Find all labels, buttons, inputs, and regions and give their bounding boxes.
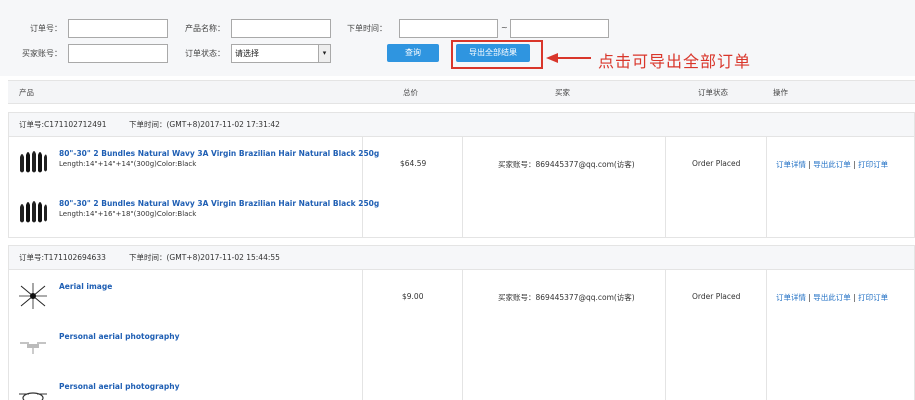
annotation-text: 点击可导出全部订单 xyxy=(598,52,752,71)
order-time-end-input[interactable] xyxy=(510,19,609,38)
order-status-label: 订单状态： xyxy=(185,49,225,58)
product-name-link[interactable]: Aerial image xyxy=(59,282,112,291)
order-no-label: 订单号： xyxy=(30,24,62,33)
order-detail-link[interactable]: 订单详情 xyxy=(776,293,806,302)
order-time: 下单时间：(GMT+8)2017-11-02 17:31:42 xyxy=(129,120,280,129)
annotation-arrow-icon xyxy=(546,53,591,63)
product-name-link[interactable]: Personal aerial photography xyxy=(59,332,179,341)
product-name-input[interactable] xyxy=(231,19,331,38)
filter-panel: 订单号： 产品名称： 下单时间： ~ 买家账号： 订单状态： 请选择 ▾ 查询 … xyxy=(0,0,915,76)
buyer-account: 买家账号：869445377@qq.com(访客) xyxy=(498,160,635,169)
drone-icon xyxy=(19,283,47,309)
product-name-label: 产品名称： xyxy=(185,24,225,33)
header-total: 总价 xyxy=(403,88,418,97)
order-actions: 订单详情 | 导出此订单 | 打印订单 xyxy=(776,293,889,302)
header-status: 订单状态 xyxy=(698,88,728,97)
order-number: 订单号:C171102712491 xyxy=(19,120,107,129)
table-header: 产品 总价 买家 订单状态 操作 xyxy=(8,80,915,104)
time-separator: ~ xyxy=(501,23,508,32)
export-all-button[interactable]: 导出全部结果 xyxy=(456,44,530,62)
order-header: 订单号:C171102712491 下单时间：(GMT+8)2017-11-02… xyxy=(9,113,914,137)
order-no-input[interactable] xyxy=(68,19,168,38)
order-total: $64.59 xyxy=(400,159,427,168)
export-order-link[interactable]: 导出此订单 xyxy=(813,160,851,169)
chevron-down-icon: ▾ xyxy=(318,45,330,62)
buyer-account-label: 买家账号： xyxy=(22,49,62,58)
order-number: 订单号:T171102694633 xyxy=(19,253,106,262)
order-time-label: 下单时间： xyxy=(347,24,387,33)
header-product: 产品 xyxy=(19,88,34,97)
order-status-value: 请选择 xyxy=(235,49,259,58)
product-name-link[interactable]: Personal aerial photography xyxy=(59,382,179,391)
drone-icon xyxy=(20,342,46,354)
order-status: Order Placed xyxy=(692,159,741,168)
order-status: Order Placed xyxy=(692,292,741,301)
order-block: 订单号:C171102712491 下单时间：(GMT+8)2017-11-02… xyxy=(8,112,915,238)
hair-bundle-icon xyxy=(20,201,47,223)
order-status-select[interactable]: 请选择 ▾ xyxy=(231,44,331,63)
buyer-account: 买家账号：869445377@qq.com(访客) xyxy=(498,293,635,302)
drone-icon xyxy=(19,392,47,400)
query-button[interactable]: 查询 xyxy=(387,44,439,62)
order-time: 下单时间：(GMT+8)2017-11-02 15:44:55 xyxy=(129,253,280,262)
product-name-link[interactable]: 80"-30" 2 Bundles Natural Wavy 3A Virgin… xyxy=(59,199,379,208)
order-total: $9.00 xyxy=(402,292,424,301)
export-order-link[interactable]: 导出此订单 xyxy=(813,293,851,302)
header-buyer: 买家 xyxy=(555,88,570,97)
order-actions: 订单详情 | 导出此订单 | 打印订单 xyxy=(776,160,889,169)
product-spec: Length:14"+14"+14"(300g)Color:Black xyxy=(59,160,197,168)
header-actions: 操作 xyxy=(773,88,788,97)
order-header: 订单号:T171102694633 下单时间：(GMT+8)2017-11-02… xyxy=(9,246,914,270)
hair-bundle-icon xyxy=(20,151,47,173)
print-order-link[interactable]: 打印订单 xyxy=(858,160,888,169)
buyer-account-input[interactable] xyxy=(68,44,168,63)
print-order-link[interactable]: 打印订单 xyxy=(858,293,888,302)
product-name-link[interactable]: 80"-30" 2 Bundles Natural Wavy 3A Virgin… xyxy=(59,149,379,158)
order-detail-link[interactable]: 订单详情 xyxy=(776,160,806,169)
product-spec: Length:14"+16"+18"(300g)Color:Black xyxy=(59,210,197,218)
order-block: 订单号:T171102694633 下单时间：(GMT+8)2017-11-02… xyxy=(8,245,915,400)
order-time-start-input[interactable] xyxy=(399,19,498,38)
